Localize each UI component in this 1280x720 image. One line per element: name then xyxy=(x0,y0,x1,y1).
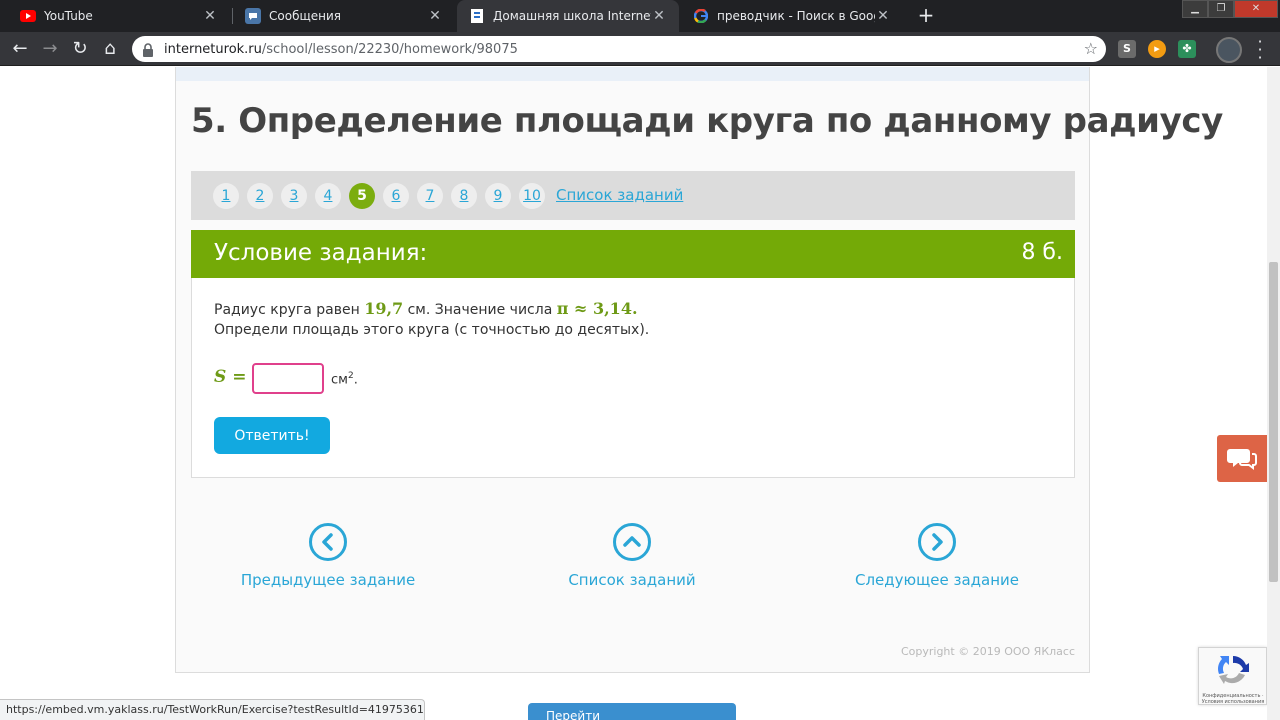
tab-title: преводчик - Поиск в Google xyxy=(717,9,875,23)
close-icon[interactable]: ✕ xyxy=(651,8,667,24)
maximize-icon[interactable]: ❐ xyxy=(1208,0,1234,18)
task-header-title: Условие задания: xyxy=(214,240,428,266)
extension-play-icon[interactable]: ▸ xyxy=(1148,40,1166,58)
minimize-icon[interactable]: ▁ xyxy=(1182,0,1208,18)
forward-arrow-icon[interactable]: → xyxy=(38,37,62,61)
prev-task-label: Предыдущее задание xyxy=(240,571,416,589)
tab-title: Домашняя школа InternetUrok.r xyxy=(493,9,651,23)
chevron-right-icon xyxy=(918,523,956,561)
copyright-text: Copyright © 2019 ООО ЯКласс xyxy=(900,645,1075,658)
prev-task-link[interactable]: Предыдущее задание xyxy=(208,523,448,589)
chat-icon xyxy=(1227,449,1257,470)
next-task-label: Следующее задание xyxy=(854,571,1020,589)
task-header: Условие задания: 8 б. xyxy=(191,230,1075,278)
pager-item-7[interactable]: 7 xyxy=(417,183,443,209)
task-text: см. Значение числа xyxy=(403,302,557,318)
window-close-icon[interactable]: ✕ xyxy=(1234,0,1278,18)
tab-internet-urok[interactable]: Домашняя школа InternetUrok.r ✕ xyxy=(457,0,679,32)
pager-item-9[interactable]: 9 xyxy=(485,183,511,209)
task-score: 8 б. xyxy=(1021,240,1063,265)
bookmark-star-icon[interactable]: ☆ xyxy=(1084,39,1098,58)
url-host: interneturok.ru xyxy=(164,41,262,57)
pager-item-8[interactable]: 8 xyxy=(451,183,477,209)
extension-s-icon[interactable]: S xyxy=(1118,40,1136,58)
task-text: Радиус круга равен xyxy=(214,302,365,318)
messages-icon xyxy=(245,8,261,24)
close-icon[interactable]: ✕ xyxy=(427,8,443,24)
next-task-link[interactable]: Следующее задание xyxy=(817,523,1057,589)
address-bar[interactable]: interneturok.ru/school/lesson/22230/home… xyxy=(132,36,1106,62)
recaptcha-text: Конфиденциальность · Условия использован… xyxy=(1201,693,1265,705)
scrollbar-thumb[interactable] xyxy=(1269,262,1278,582)
profile-avatar[interactable] xyxy=(1216,37,1242,63)
pager-item-4[interactable]: 4 xyxy=(315,183,341,209)
pager-item-2[interactable]: 2 xyxy=(247,183,273,209)
extension-puzzle-icon[interactable]: ✤ xyxy=(1178,40,1196,58)
pager-item-10[interactable]: 10 xyxy=(519,183,545,209)
task-list-nav-label: Список заданий xyxy=(568,571,696,589)
unit-label: см2. xyxy=(331,371,358,387)
unit-tail: . xyxy=(353,372,358,388)
chat-button[interactable] xyxy=(1217,435,1267,482)
pager-item-5[interactable]: 5 xyxy=(349,183,375,209)
pager-item-3[interactable]: 3 xyxy=(281,183,307,209)
task-text-line2: Определи площадь этого круга (с точность… xyxy=(214,322,650,338)
submit-answer-button[interactable]: Ответить! xyxy=(214,417,330,454)
homework-panel: 5. Определение площади круга по данному … xyxy=(175,67,1223,673)
back-arrow-icon[interactable]: ← xyxy=(8,37,32,61)
page-scrollbar[interactable] xyxy=(1267,67,1280,720)
recaptcha-logo-icon xyxy=(1217,656,1249,684)
close-icon[interactable]: ✕ xyxy=(202,8,218,24)
browser-menu-icon[interactable]: · · · xyxy=(1254,34,1266,66)
task-list-link[interactable]: Список заданий xyxy=(556,186,683,204)
formula-label: S = xyxy=(214,367,247,387)
task-pager: 1 2 3 4 5 6 7 8 9 10 Список заданий xyxy=(191,171,1075,220)
tab-messages[interactable]: Сообщения ✕ xyxy=(233,0,455,32)
recaptcha-badge[interactable]: Конфиденциальность · Условия использован… xyxy=(1198,647,1267,705)
new-tab-button[interactable]: + xyxy=(914,4,938,28)
chevron-up-icon xyxy=(613,523,651,561)
tab-youtube[interactable]: YouTube ✕ xyxy=(8,0,230,32)
reload-icon[interactable]: ↻ xyxy=(68,37,92,61)
tab-title: Сообщения xyxy=(269,9,342,23)
status-bar-url: https://embed.vm.yaklass.ru/TestWorkRun/… xyxy=(0,699,425,720)
pi-expression: π ≈ 3,14. xyxy=(556,299,638,318)
browser-toolbar: ← → ↻ ⌂ interneturok.ru/school/lesson/22… xyxy=(0,32,1280,66)
url-path: /school/lesson/22230/homework/98075 xyxy=(261,41,518,57)
youtube-icon xyxy=(20,8,36,24)
page-title: 5. Определение площади круга по данному … xyxy=(191,101,1223,141)
unit-text: см xyxy=(331,372,348,388)
top-strip xyxy=(176,67,1089,81)
chevron-left-icon xyxy=(309,523,347,561)
radius-value: 19,7 xyxy=(364,299,404,318)
task-text-line1: Радиус круга равен 19,7 см. Значение чис… xyxy=(214,299,638,318)
task-body: Радиус круга равен 19,7 см. Значение чис… xyxy=(191,278,1075,478)
home-icon[interactable]: ⌂ xyxy=(98,37,122,61)
pager-item-1[interactable]: 1 xyxy=(213,183,239,209)
google-icon xyxy=(693,8,709,24)
close-icon[interactable]: ✕ xyxy=(875,8,891,24)
task-list-nav-link[interactable]: Список заданий xyxy=(512,523,752,589)
bottom-action-label: Перейти xyxy=(546,709,600,720)
pager-item-6[interactable]: 6 xyxy=(383,183,409,209)
browser-tab-strip: YouTube ✕ Сообщения ✕ Домашняя школа Int… xyxy=(0,0,1280,32)
lock-icon xyxy=(142,42,156,57)
bottom-action-button[interactable]: Перейти xyxy=(528,703,736,720)
tab-google[interactable]: преводчик - Поиск в Google ✕ xyxy=(681,0,903,32)
page-viewport: 5. Определение площади круга по данному … xyxy=(0,67,1267,720)
answer-input[interactable] xyxy=(252,363,324,394)
url-text: interneturok.ru/school/lesson/22230/home… xyxy=(164,42,518,57)
tab-title: YouTube xyxy=(44,9,93,23)
internet-urok-icon xyxy=(469,8,485,24)
